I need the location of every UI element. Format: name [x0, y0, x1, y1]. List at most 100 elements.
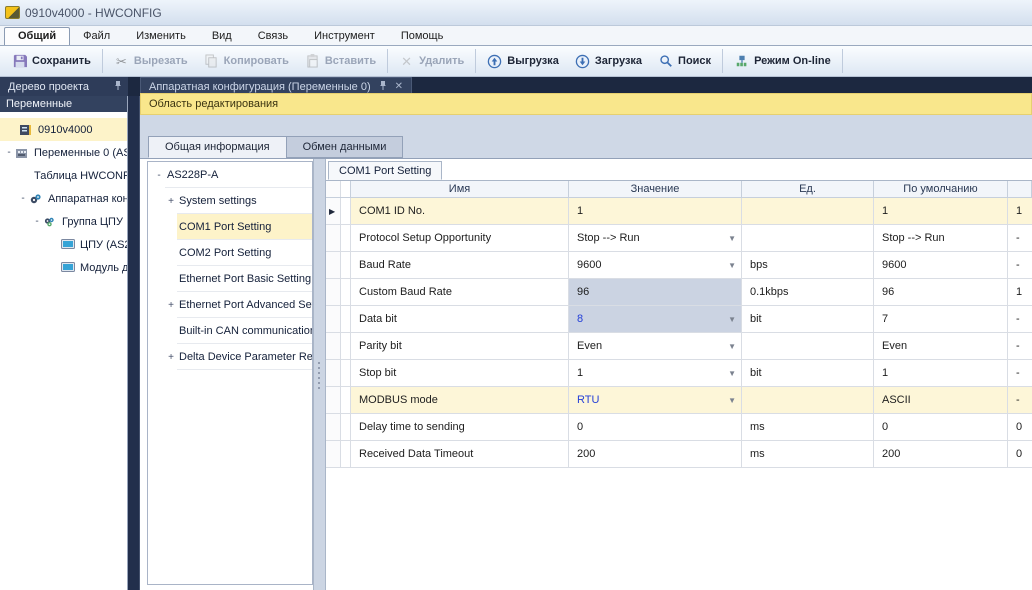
menu-file[interactable]: Файл: [70, 28, 123, 45]
param-value-dropdown[interactable]: RTU▼: [569, 387, 742, 413]
param-name: Stop bit: [351, 360, 569, 386]
menu-tools[interactable]: Инструмент: [301, 28, 388, 45]
chevron-down-icon[interactable]: ▼: [728, 234, 736, 243]
param-value[interactable]: 0: [569, 414, 742, 440]
chevron-down-icon[interactable]: ▼: [728, 261, 736, 270]
table-row[interactable]: Stop bit 1▼ bit 1 -: [326, 360, 1032, 387]
tree-item-com1-port-setting[interactable]: COM1 Port Setting: [148, 214, 312, 240]
tree-item-label: Ethernet Port Advanced Setting: [177, 292, 313, 318]
copy-button[interactable]: Копировать: [196, 50, 297, 73]
tab-com1-port-setting[interactable]: COM1 Port Setting: [328, 161, 442, 180]
tree-item-system-settings[interactable]: + System settings: [148, 188, 312, 214]
row-marker-cell: [326, 333, 341, 359]
collapse-icon[interactable]: -: [32, 216, 42, 227]
search-button[interactable]: Поиск: [650, 50, 719, 73]
sidebar-item-label: ЦПУ (AS228P: [80, 239, 128, 251]
paste-button[interactable]: Вставить: [297, 50, 384, 73]
param-value-selected[interactable]: 96: [569, 279, 742, 305]
sidebar-item-hwconfig-table[interactable]: Таблица HWCONFIG: [0, 164, 127, 187]
toolbar-separator: [387, 49, 388, 73]
pin-icon[interactable]: [114, 81, 122, 93]
copy-label: Копировать: [224, 55, 289, 67]
title-bar: 0910v4000 - HWCONFIG: [0, 0, 1032, 26]
param-value-dropdown[interactable]: 1▼: [569, 360, 742, 386]
expand-icon[interactable]: +: [165, 196, 177, 207]
sidebar-item-discrete-module[interactable]: Модуль диск.: [0, 256, 127, 279]
paste-label: Вставить: [325, 55, 376, 67]
param-value-dropdown[interactable]: Even▼: [569, 333, 742, 359]
value-text: 0: [577, 421, 583, 433]
param-default: Stop --> Run: [874, 225, 1008, 251]
collapse-icon[interactable]: -: [18, 193, 28, 204]
collapse-icon[interactable]: -: [153, 170, 165, 181]
sidebar-group-variables[interactable]: Переменные: [0, 96, 127, 112]
param-value[interactable]: 200: [569, 441, 742, 467]
param-value-dropdown[interactable]: 9600▼: [569, 252, 742, 278]
sidebar-item-label: 0910v4000: [38, 124, 92, 136]
row-marker-cell: [326, 360, 341, 386]
online-mode-button[interactable]: Режим On-line: [726, 50, 839, 73]
param-value-dropdown[interactable]: Stop --> Run▼: [569, 225, 742, 251]
chevron-down-icon[interactable]: ▼: [728, 342, 736, 351]
cut-button[interactable]: ✂ Вырезать: [106, 50, 196, 73]
tree-item-ethernet-basic[interactable]: Ethernet Port Basic Setting: [148, 266, 312, 292]
row-marker-cell: [326, 441, 341, 467]
device-settings-tree: - AS228P-A + System settings COM1 Port S…: [147, 161, 313, 585]
table-row[interactable]: Delay time to sending 0 ms 0 0: [326, 414, 1032, 441]
tab-general-information[interactable]: Общая информация: [148, 136, 287, 158]
column-header-unit[interactable]: Ед.: [742, 181, 874, 197]
table-row[interactable]: Parity bit Even▼ Even -: [326, 333, 1032, 360]
expand-icon[interactable]: +: [165, 352, 177, 363]
collapse-icon[interactable]: -: [4, 147, 14, 158]
save-button[interactable]: Сохранить: [4, 50, 99, 73]
table-row[interactable]: Baud Rate 9600▼ bps 9600 -: [326, 252, 1032, 279]
panel-splitter[interactable]: [313, 159, 326, 590]
header-marker-cell: [326, 181, 341, 197]
tab-data-exchange[interactable]: Обмен данными: [286, 136, 404, 158]
download-button[interactable]: Загрузка: [567, 50, 650, 73]
param-default: 1: [874, 360, 1008, 386]
tree-item-builtin-can[interactable]: Built-in CAN communication: [148, 318, 312, 344]
table-row[interactable]: Protocol Setup Opportunity Stop --> Run▼…: [326, 225, 1032, 252]
sidebar-item-hardware-config[interactable]: - Аппаратная конфигу: [0, 187, 127, 210]
column-header-name[interactable]: Имя: [351, 181, 569, 197]
expand-icon[interactable]: +: [165, 300, 177, 311]
delete-button[interactable]: ✕ Удалить: [391, 50, 472, 73]
chevron-down-icon[interactable]: ▼: [728, 369, 736, 378]
menu-edit[interactable]: Изменить: [123, 28, 199, 45]
tree-item-ethernet-advanced[interactable]: + Ethernet Port Advanced Setting: [148, 292, 312, 318]
tree-item-delta-restore[interactable]: + Delta Device Parameter Restore ...: [148, 344, 312, 370]
param-value-dropdown-selected[interactable]: 8▼: [569, 306, 742, 332]
copy-icon: [204, 54, 219, 69]
sidebar-item-variables-0[interactable]: - Переменные 0 (AS228P-: [0, 141, 127, 164]
menu-obshchiy[interactable]: Общий: [4, 27, 70, 45]
table-row[interactable]: Data bit 8▼ bit 7 -: [326, 306, 1032, 333]
sidebar-item-project[interactable]: 0910v4000: [0, 118, 127, 141]
save-label: Сохранить: [32, 55, 91, 67]
param-unit: [742, 198, 874, 224]
pin-icon[interactable]: [379, 81, 387, 93]
sidebar-item-cpu[interactable]: ЦПУ (AS228P: [0, 233, 127, 256]
menu-view[interactable]: Вид: [199, 28, 245, 45]
column-header-default[interactable]: По умолчанию: [874, 181, 1008, 197]
table-row[interactable]: Received Data Timeout 200 ms 200 0: [326, 441, 1032, 468]
param-unit: 0.1kbps: [742, 279, 874, 305]
sidebar-splitter[interactable]: [128, 96, 140, 590]
table-row[interactable]: ▶ COM1 ID No. 1 1 1: [326, 198, 1032, 225]
table-row[interactable]: Custom Baud Rate 96 0.1kbps 96 1: [326, 279, 1032, 306]
table-row[interactable]: MODBUS mode RTU▼ ASCII -: [326, 387, 1032, 414]
tree-item-label: Built-in CAN communication: [177, 318, 313, 344]
menu-communication[interactable]: Связь: [245, 28, 301, 45]
menu-help[interactable]: Помощь: [388, 28, 457, 45]
chevron-down-icon[interactable]: ▼: [728, 396, 736, 405]
tree-root-as228p[interactable]: - AS228P-A: [148, 162, 312, 188]
column-header-extra[interactable]: [1008, 181, 1032, 197]
tree-item-com2-port-setting[interactable]: COM2 Port Setting: [148, 240, 312, 266]
close-icon[interactable]: ✕: [395, 82, 403, 92]
upload-button[interactable]: Выгрузка: [479, 50, 567, 73]
param-value[interactable]: 1: [569, 198, 742, 224]
sidebar-item-cpu-group[interactable]: - Группа ЦПУ: [0, 210, 127, 233]
column-header-value[interactable]: Значение: [569, 181, 742, 197]
param-extra: -: [1008, 225, 1032, 251]
chevron-down-icon[interactable]: ▼: [728, 315, 736, 324]
